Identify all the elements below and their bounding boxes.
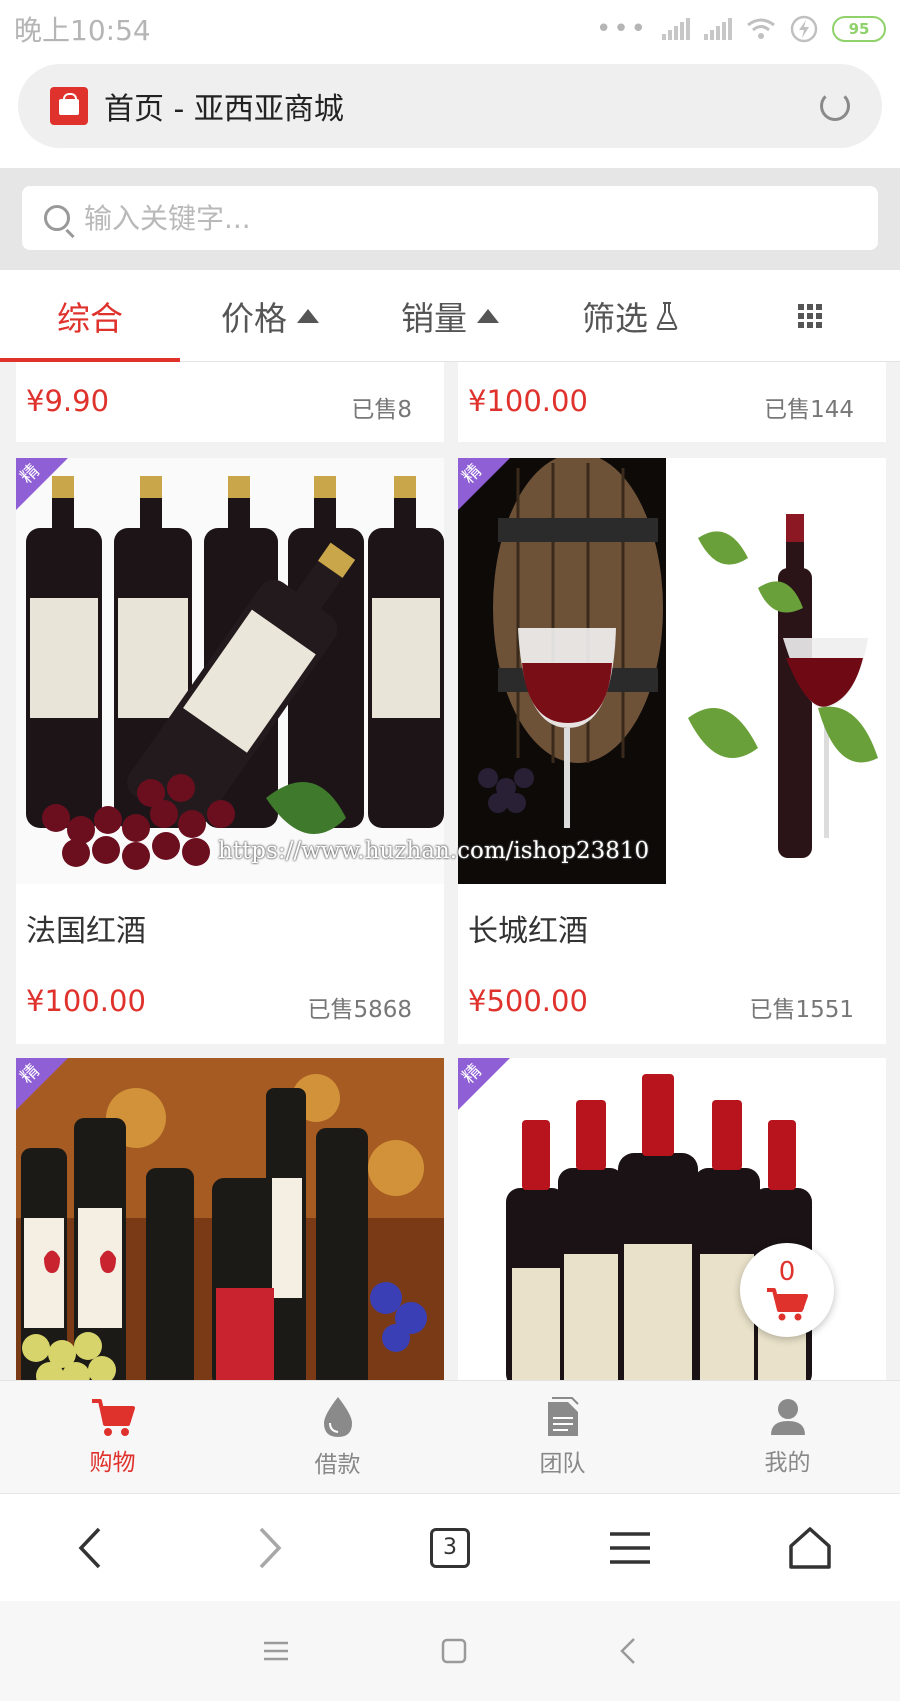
product-card-partial[interactable]: ¥100.00 已售144	[458, 362, 886, 442]
tab-label: 价格	[221, 298, 287, 338]
product-price: ¥100.00	[468, 384, 588, 418]
product-image: 精	[16, 1058, 444, 1380]
floating-cart-button[interactable]: 0	[740, 1243, 834, 1337]
nav-label: 我的	[764, 1450, 811, 1476]
nav-team[interactable]: 团队	[450, 1381, 675, 1493]
product-card[interactable]: 精 法国红酒 ¥100.00 已售5868	[16, 458, 444, 1044]
system-nav-bar	[0, 1601, 900, 1701]
product-image: 精	[458, 458, 886, 884]
product-card[interactable]: 精	[16, 1058, 444, 1380]
page-title: 首页 - 亚西亚商城	[104, 92, 344, 127]
grid-icon	[798, 303, 822, 328]
signal-icon	[662, 18, 690, 40]
product-image: 精	[458, 1058, 886, 1380]
back-button[interactable]	[0, 1526, 180, 1570]
search-input[interactable]	[84, 201, 784, 235]
menu-button[interactable]	[540, 1530, 720, 1566]
product-price: ¥100.00	[26, 984, 146, 1018]
app-bottom-nav: 购物 借款 团队 我的	[0, 1380, 900, 1493]
tab-label: 筛选	[582, 298, 648, 338]
tab-label: 综合	[57, 298, 123, 338]
search-section	[0, 168, 900, 270]
tab-price[interactable]: 价格	[180, 270, 360, 361]
chevron-left-icon	[78, 1527, 101, 1568]
status-bar: 晚上10:54 ••• 95	[0, 0, 900, 58]
nav-label: 购物	[89, 1450, 136, 1476]
search-box[interactable]	[22, 186, 878, 250]
signal-icon-2	[704, 18, 732, 40]
forward-button[interactable]	[180, 1526, 360, 1570]
chevron-right-icon	[259, 1527, 282, 1568]
home-system-icon[interactable]	[440, 1637, 468, 1665]
product-sold: 已售5868	[307, 997, 412, 1023]
tab-label: 销量	[401, 298, 467, 338]
wifi-icon	[747, 18, 775, 39]
product-price: ¥9.90	[26, 384, 110, 418]
reload-icon[interactable]	[820, 91, 850, 121]
browser-toolbar: 3	[0, 1493, 900, 1601]
nav-loan[interactable]: 借款	[225, 1381, 450, 1493]
document-icon	[547, 1397, 579, 1436]
sort-up-icon	[477, 308, 499, 323]
watermark: https://www.huzhan.com/ishop23810	[218, 838, 650, 864]
product-sold: 已售8	[351, 397, 412, 423]
sort-up-icon	[297, 308, 319, 323]
tab-sales[interactable]: 销量	[360, 270, 540, 361]
shop-bag-icon	[50, 87, 88, 125]
back-system-icon[interactable]	[618, 1636, 638, 1666]
product-card[interactable]: 精	[458, 1058, 886, 1380]
flask-icon	[656, 301, 678, 330]
user-icon	[770, 1399, 805, 1435]
cart-icon	[767, 1288, 808, 1321]
home-icon	[789, 1526, 831, 1569]
cart-count: 0	[778, 1257, 796, 1287]
nav-mine[interactable]: 我的	[675, 1381, 900, 1493]
status-time: 晚上10:54	[14, 14, 151, 47]
nav-label: 借款	[314, 1452, 361, 1478]
battery-indicator: 95	[832, 16, 886, 42]
tab-count: 3	[430, 1527, 470, 1568]
cart-icon	[91, 1399, 135, 1436]
tab-filter[interactable]: 筛选	[540, 270, 720, 361]
layout-toggle-button[interactable]	[720, 270, 900, 361]
drop-icon	[323, 1397, 352, 1437]
address-field[interactable]: 首页 - 亚西亚商城	[18, 64, 882, 148]
home-button[interactable]	[720, 1526, 900, 1570]
nav-shopping[interactable]: 购物	[0, 1381, 225, 1493]
product-sold: 已售1551	[749, 997, 854, 1023]
charging-icon	[790, 15, 818, 43]
product-price: ¥500.00	[468, 984, 588, 1018]
product-image: 精	[16, 458, 444, 884]
sort-tabs: 综合 价格 销量 筛选	[0, 270, 900, 362]
browser-address-bar: 首页 - 亚西亚商城	[0, 58, 900, 168]
product-sold: 已售144	[764, 397, 854, 423]
nav-label: 团队	[539, 1451, 586, 1477]
product-card[interactable]: 精 长城红酒 ¥500.00 已售1551	[458, 458, 886, 1044]
more-dots-icon: •••	[595, 14, 648, 44]
menu-icon	[610, 1531, 650, 1564]
recents-icon[interactable]	[262, 1640, 290, 1662]
tab-comprehensive[interactable]: 综合	[0, 270, 180, 362]
product-name: 法国红酒	[26, 914, 146, 949]
search-icon	[44, 205, 70, 231]
product-list: ¥9.90 已售8 ¥100.00 已售144 精 法国红酒 ¥100.00 已…	[0, 362, 900, 1380]
product-card-partial[interactable]: ¥9.90 已售8	[16, 362, 444, 442]
tabs-button[interactable]: 3	[360, 1527, 540, 1568]
product-name: 长城红酒	[468, 914, 588, 949]
